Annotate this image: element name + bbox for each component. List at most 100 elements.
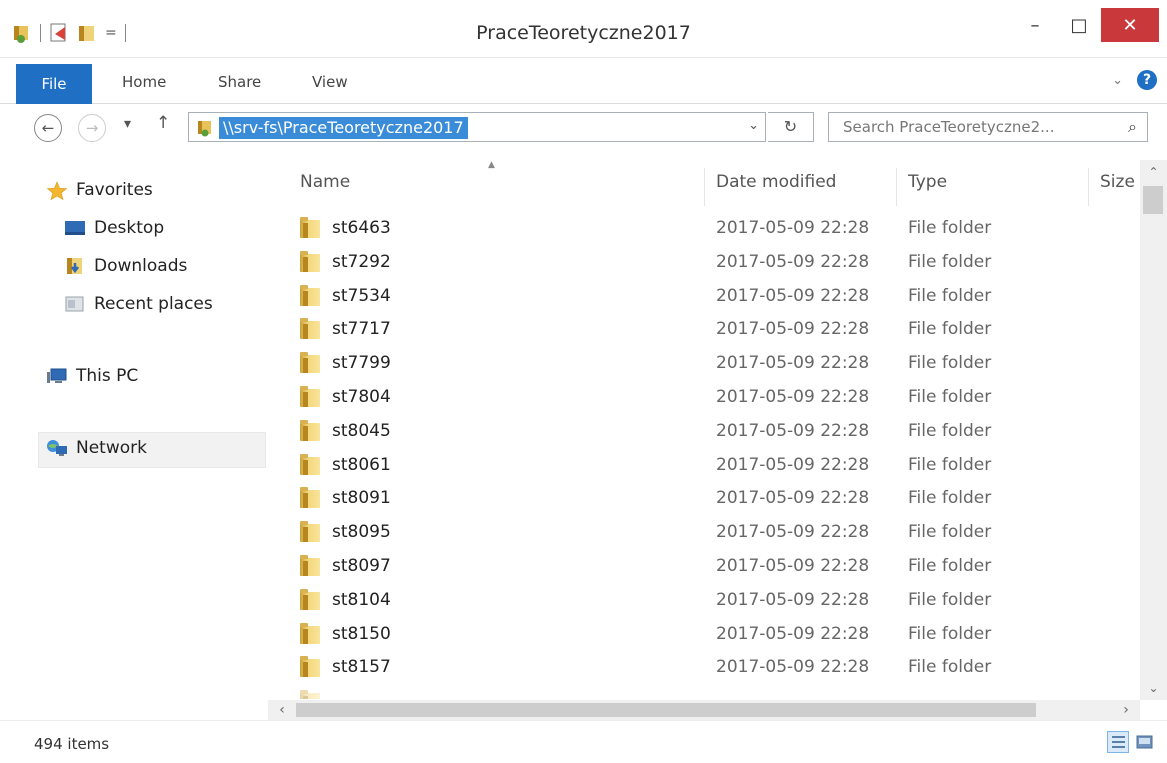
horizontal-scroll-thumb[interactable] — [296, 703, 1036, 717]
ribbon-right-controls: ⌄ ? — [1112, 70, 1157, 90]
column-header-type[interactable]: Type — [908, 172, 947, 192]
folder-icon — [300, 284, 320, 306]
tab-share[interactable]: Share — [218, 60, 261, 104]
scroll-left-icon[interactable]: ‹ — [272, 700, 292, 720]
sidebar-item-favorites[interactable]: Favorites — [46, 180, 153, 201]
sidebar-item-label: Recent places — [94, 294, 213, 314]
folder-icon — [300, 217, 320, 238]
sidebar-item-label: Favorites — [76, 180, 153, 200]
column-header-size[interactable]: Size — [1100, 172, 1135, 192]
file-name: st7804 — [332, 386, 391, 407]
file-name: st8061 — [332, 454, 391, 475]
column-divider[interactable] — [896, 168, 897, 206]
vertical-scrollbar[interactable]: ⌃ ⌄ — [1140, 160, 1167, 700]
details-view-icon[interactable] — [1107, 731, 1129, 753]
file-row-partial[interactable] — [268, 685, 1138, 700]
file-type: File folder — [908, 218, 992, 238]
scroll-up-icon[interactable]: ⌃ — [1140, 160, 1167, 184]
sidebar-item-downloads[interactable]: Downloads — [64, 256, 187, 276]
file-name: st6463 — [332, 218, 391, 238]
horizontal-scrollbar[interactable]: ‹ › — [268, 700, 1140, 720]
close-button[interactable]: ✕ — [1101, 8, 1159, 42]
file-row[interactable]: st7717 2017-05-09 22:28 File folder — [268, 313, 1138, 347]
folder-icon — [300, 318, 320, 340]
scroll-down-icon[interactable]: ⌄ — [1140, 676, 1167, 700]
network-folder-icon — [197, 119, 215, 141]
help-icon[interactable]: ? — [1137, 70, 1157, 90]
address-bar[interactable]: \\srv-fs\PraceTeoretyczne2017 ⌄ — [188, 112, 766, 142]
file-date-modified: 2017-05-09 22:28 — [716, 353, 870, 374]
file-row[interactable]: st8150 2017-05-09 22:28 File folder — [268, 618, 1138, 652]
file-date-modified: 2017-05-09 22:28 — [716, 555, 870, 576]
search-icon[interactable]: ⌕ — [1128, 117, 1137, 137]
file-name: st8095 — [332, 522, 391, 543]
file-date-modified: 2017-05-09 22:28 — [716, 623, 870, 644]
column-divider[interactable] — [1088, 168, 1089, 206]
file-date-modified: 2017-05-09 22:28 — [716, 420, 870, 441]
file-name: st8104 — [332, 589, 391, 610]
file-row[interactable]: st8091 2017-05-09 22:28 File folder — [268, 482, 1138, 516]
file-name: st7534 — [332, 285, 391, 306]
file-row[interactable]: st7804 2017-05-09 22:28 File folder — [268, 381, 1138, 415]
title-bar: = PraceTeoretyczne2017 – □ ✕ — [0, 0, 1167, 58]
file-type: File folder — [908, 285, 992, 306]
file-type: File folder — [908, 353, 992, 374]
file-date-modified: 2017-05-09 22:28 — [716, 218, 870, 238]
tab-view[interactable]: View — [312, 60, 348, 104]
tab-home[interactable]: Home — [122, 60, 166, 104]
vertical-scroll-thumb[interactable] — [1143, 186, 1163, 214]
file-type: File folder — [908, 589, 992, 610]
sidebar-item-network[interactable]: Network — [46, 438, 147, 458]
sidebar-item-recent-places[interactable]: Recent places — [64, 294, 213, 314]
scroll-right-icon[interactable]: › — [1116, 700, 1136, 720]
file-row[interactable]: st8045 2017-05-09 22:28 File folder — [268, 415, 1138, 449]
file-row[interactable]: st8157 2017-05-09 22:28 File folder — [268, 651, 1138, 685]
file-row[interactable]: st8095 2017-05-09 22:28 File folder — [268, 516, 1138, 550]
file-name: st7717 — [332, 319, 391, 340]
file-date-modified: 2017-05-09 22:28 — [716, 488, 870, 509]
address-path[interactable]: \\srv-fs\PraceTeoretyczne2017 — [219, 117, 468, 139]
file-row[interactable]: st7534 2017-05-09 22:28 File folder — [268, 280, 1138, 314]
column-header-name[interactable]: Name — [300, 172, 350, 192]
recent-locations-button[interactable]: ▾ — [124, 116, 131, 132]
search-box[interactable]: ⌕ — [828, 112, 1148, 142]
column-header-date-modified[interactable]: Date modified — [716, 172, 836, 192]
up-button[interactable]: ↑ — [156, 113, 170, 133]
large-icons-view-icon[interactable] — [1133, 731, 1155, 753]
item-count: 494 items — [34, 735, 110, 753]
file-row[interactable]: st7799 2017-05-09 22:28 File folder — [268, 347, 1138, 381]
file-row[interactable]: st8061 2017-05-09 22:28 File folder — [268, 449, 1138, 483]
tab-file[interactable]: File — [16, 64, 92, 104]
address-dropdown-icon[interactable]: ⌄ — [748, 118, 759, 133]
column-divider[interactable] — [704, 168, 705, 206]
folder-icon — [300, 453, 320, 475]
network-icon — [46, 439, 68, 457]
view-toggle — [1107, 731, 1155, 753]
folder-icon — [300, 250, 320, 272]
sidebar-item-desktop[interactable]: Desktop — [64, 218, 164, 238]
search-input[interactable] — [829, 113, 1099, 141]
file-row[interactable]: st6463 2017-05-09 22:28 File folder — [268, 212, 1138, 246]
sidebar-item-this-pc[interactable]: This PC — [46, 366, 138, 386]
file-date-modified: 2017-05-09 22:28 — [716, 285, 870, 306]
file-name: st8045 — [332, 420, 391, 441]
file-row[interactable]: st8104 2017-05-09 22:28 File folder — [268, 584, 1138, 618]
file-row[interactable]: st8097 2017-05-09 22:28 File folder — [268, 550, 1138, 584]
downloads-icon — [64, 257, 86, 275]
folder-icon — [300, 554, 320, 576]
sidebar-item-label: Desktop — [94, 218, 165, 238]
file-date-modified: 2017-05-09 22:28 — [716, 454, 870, 475]
maximize-button[interactable]: □ — [1057, 8, 1101, 42]
sidebar-item-label: Downloads — [94, 256, 188, 276]
forward-button[interactable]: → — [78, 114, 106, 142]
folder-icon — [300, 690, 320, 700]
minimize-button[interactable]: – — [1013, 8, 1057, 42]
sidebar-item-label: Network — [76, 438, 147, 458]
file-list: st6463 2017-05-09 22:28 File folder st7292 2… — [268, 212, 1138, 700]
star-icon — [46, 181, 68, 201]
file-row[interactable]: st7292 2017-05-09 22:28 File folder — [268, 246, 1138, 280]
expand-ribbon-icon[interactable]: ⌄ — [1112, 73, 1123, 88]
back-button[interactable]: ← — [34, 114, 62, 142]
refresh-button[interactable]: ↻ — [768, 112, 814, 142]
file-type: File folder — [908, 319, 992, 340]
